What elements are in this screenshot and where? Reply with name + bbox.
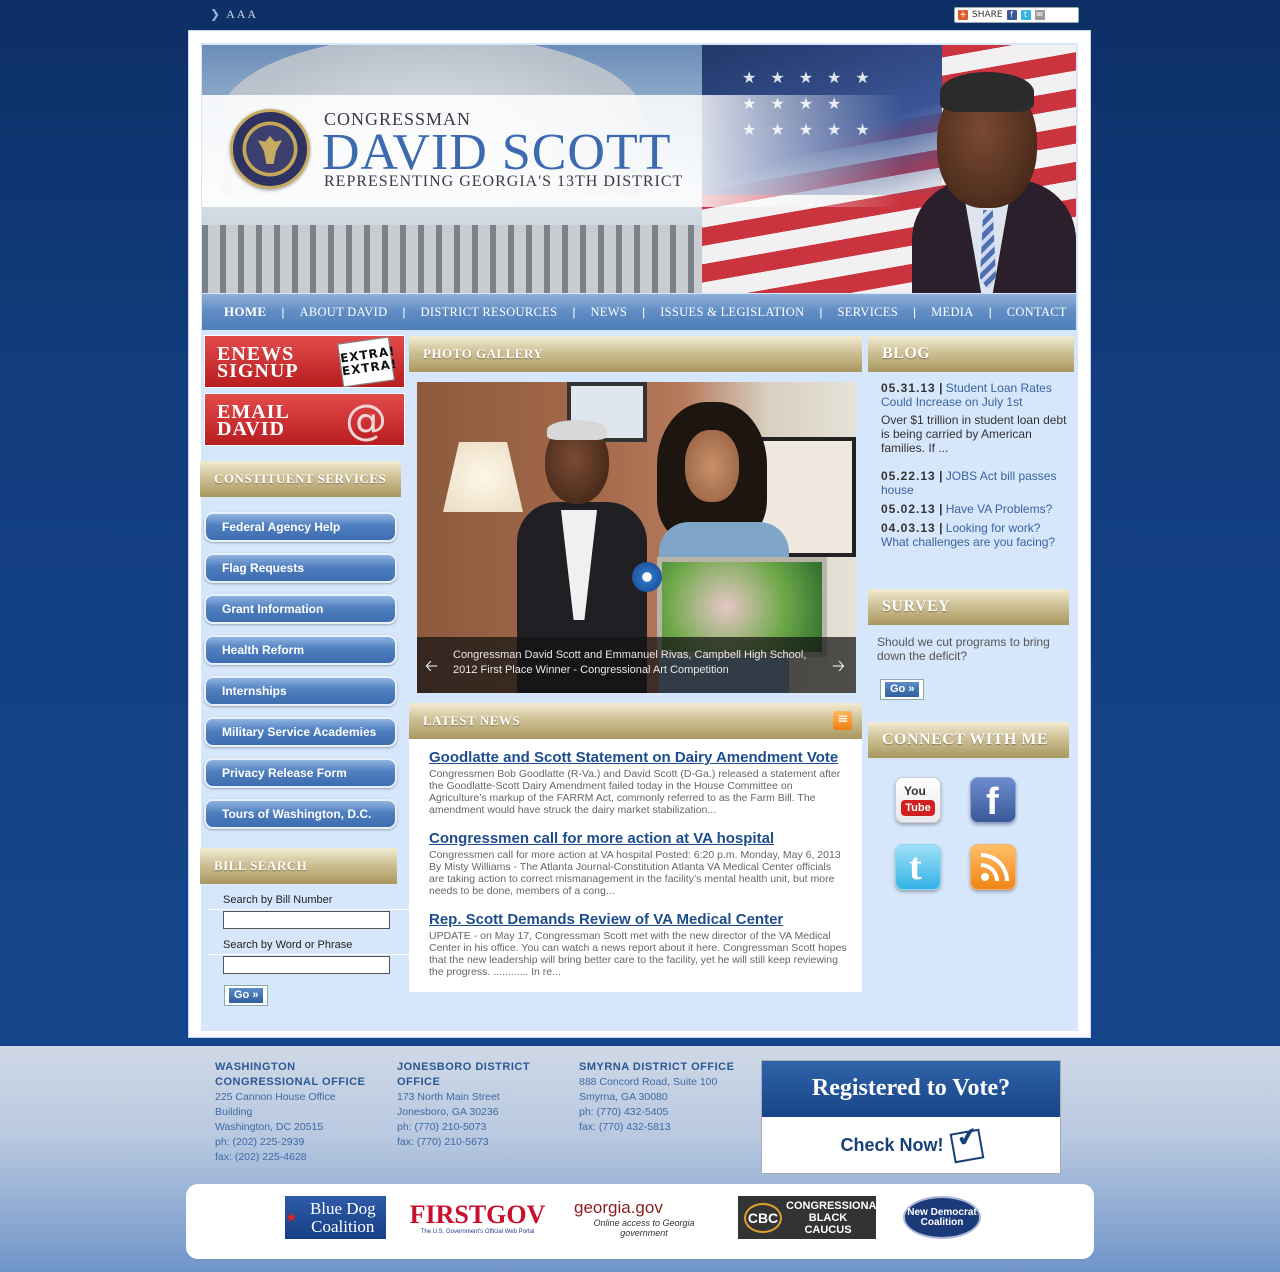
arrow-left-icon[interactable]: 🡠 — [425, 655, 438, 682]
blog-post: 05.02.13 | Have VA Problems? — [881, 502, 1053, 516]
enews-signup-button[interactable]: ENEWS SIGNUP EXTRA! EXTRA! — [204, 335, 405, 388]
congressman-portrait — [902, 60, 1076, 293]
news-item: Goodlatte and Scott Statement on Dairy A… — [429, 749, 849, 816]
arrow-right-icon[interactable]: 🡢 — [832, 655, 845, 682]
service-federal-agency-help[interactable]: Federal Agency Help — [204, 512, 397, 542]
office-washington: WASHINGTON CONGRESSIONAL OFFICE 225 Cann… — [215, 1061, 366, 1163]
service-flag-requests[interactable]: Flag Requests — [204, 553, 397, 583]
nav-media[interactable]: MEDIA — [931, 305, 973, 320]
latest-news-heading: LATEST NEWS — [409, 703, 862, 739]
photo-gallery-heading: PHOTO GALLERY — [409, 336, 862, 372]
nav-services[interactable]: SERVICES — [838, 305, 898, 320]
nav-district-resources[interactable]: DISTRICT RESOURCES — [421, 305, 558, 320]
news-excerpt: Congressmen Bob Goodlatte (R-Va.) and Da… — [429, 768, 841, 816]
main-nav: HOME | ABOUT DAVID | DISTRICT RESOURCES | N… — [202, 294, 1076, 330]
nav-about-david[interactable]: ABOUT DAVID — [300, 305, 388, 320]
house-seal-logo[interactable] — [230, 109, 310, 189]
rss-icon[interactable] — [970, 844, 1016, 890]
blue-dog-coalition-logo[interactable]: ★ Blue Dog Coalition — [285, 1196, 386, 1239]
blog-excerpt: Over $1 trillion in student loan debt is… — [881, 413, 1067, 455]
survey-heading: SURVEY — [868, 589, 1069, 625]
registered-to-vote-banner[interactable]: Registered to Vote? Check Now! — [761, 1060, 1061, 1174]
bill-phrase-label: Search by Word or Phrase — [223, 939, 353, 951]
nav-contact[interactable]: CONTACT — [1007, 305, 1067, 320]
new-democrat-coalition-logo[interactable]: New Democrat Coalition — [903, 1196, 981, 1239]
checkbox-icon — [949, 1128, 984, 1163]
news-title-link[interactable]: Goodlatte and Scott Statement on Dairy A… — [429, 749, 849, 766]
news-title-link[interactable]: Rep. Scott Demands Review of VA Medical … — [429, 911, 849, 928]
email-david-button[interactable]: EMAIL DAVID @ — [204, 393, 405, 446]
service-internships[interactable]: Internships — [204, 676, 397, 706]
survey-go-button[interactable]: Go » — [880, 679, 925, 700]
gallery-caption: Congressman David Scott and Emmanuel Riv… — [417, 637, 856, 693]
blog-post: 04.03.13 | Looking for work? What challe… — [881, 521, 1056, 549]
blog-heading: BLOG — [868, 336, 1074, 372]
blog-post-link[interactable]: Have VA Problems? — [946, 502, 1053, 516]
service-privacy-release-form[interactable]: Privacy Release Form — [204, 758, 397, 788]
nav-issues-legislation[interactable]: ISSUES & LEGISLATION — [660, 305, 804, 320]
font-size-label[interactable]: AAA — [226, 7, 258, 22]
header-banner: ★★★★★ ★★★★ ★★★★★ CONGRESSMAN DAVID SCOTT… — [202, 45, 1076, 293]
twitter-icon[interactable]: t — [895, 844, 941, 890]
share-button[interactable]: + SHARE f t ✉ — [954, 7, 1079, 23]
bill-search-heading: BILL SEARCH — [200, 848, 397, 884]
bill-phrase-input[interactable] — [223, 956, 390, 974]
check-now-label: Check Now! — [840, 1135, 944, 1155]
latest-news-list: Goodlatte and Scott Statement on Dairy A… — [409, 739, 862, 992]
office-jonesboro: JONESBORO DISTRICT OFFICE 173 North Main… — [397, 1061, 531, 1148]
nav-news[interactable]: NEWS — [590, 305, 627, 320]
georgia-gov-logo[interactable]: georgia.gov Online access to Georgia gov… — [574, 1196, 714, 1239]
bill-number-input[interactable] — [223, 911, 390, 929]
twitter-mini-icon[interactable]: t — [1020, 10, 1031, 20]
share-label: SHARE — [972, 10, 1003, 20]
rss-feed-icon[interactable] — [833, 711, 852, 730]
photo-gallery-slideshow[interactable]: Congressman David Scott and Emmanuel Riv… — [417, 382, 856, 693]
blue-ribbon — [632, 562, 662, 592]
service-health-reform[interactable]: Health Reform — [204, 635, 397, 665]
bill-search-go-button[interactable]: Go » — [224, 985, 269, 1006]
news-item: Rep. Scott Demands Review of VA Medical … — [429, 911, 849, 978]
service-grant-information[interactable]: Grant Information — [204, 594, 397, 624]
facebook-mini-icon[interactable]: f — [1006, 10, 1017, 20]
congressional-black-caucus-logo[interactable]: CBC CONGRESSIONAL BLACK CAUCUS — [738, 1196, 883, 1239]
bill-number-label: Search by Bill Number — [223, 894, 333, 906]
service-tours-dc[interactable]: Tours of Washington, D.C. — [204, 799, 397, 829]
email-mini-icon[interactable]: ✉ — [1034, 10, 1045, 20]
font-size-controls[interactable]: ❯ AAA — [210, 4, 258, 24]
news-excerpt: UPDATE - on May 17, Congressman Scott me… — [429, 930, 847, 978]
blog-post: 05.31.13 | Student Loan Rates Could Incr… — [881, 381, 1052, 409]
office-smyrna: SMYRNA DISTRICT OFFICE 888 Concord Road,… — [579, 1061, 735, 1133]
firstgov-logo[interactable]: FIRSTGOV The U.S. Government's Official … — [410, 1196, 546, 1239]
service-military-academies[interactable]: Military Service Academies — [204, 717, 397, 747]
chevron-right-icon: ❯ — [210, 7, 221, 21]
constituent-services-heading: CONSTITUENT SERVICES — [200, 461, 401, 497]
blog-post: 05.22.13 | JOBS Act bill passes house — [881, 469, 1057, 497]
survey-question: Should we cut programs to bring down the… — [877, 635, 1050, 663]
news-item: Congressmen call for more action at VA h… — [429, 830, 849, 897]
partner-logos: ★ Blue Dog Coalition FIRSTGOV The U.S. Go… — [186, 1184, 1094, 1259]
plus-icon: + — [958, 10, 968, 20]
youtube-icon[interactable]: You Tube — [895, 777, 941, 823]
banner-subtitle: REPRESENTING GEORGIA'S 13TH DISTRICT — [324, 173, 684, 190]
facebook-icon[interactable]: f — [970, 777, 1016, 823]
connect-heading: CONNECT WITH ME — [868, 722, 1069, 758]
news-title-link[interactable]: Congressmen call for more action at VA h… — [429, 830, 849, 847]
star-icon: ★ — [285, 1209, 298, 1226]
newspaper-icon: EXTRA! EXTRA! — [337, 336, 398, 388]
news-excerpt: Congressmen call for more action at VA h… — [429, 849, 841, 897]
nav-home[interactable]: HOME — [224, 304, 266, 320]
at-sign-icon: @ — [345, 395, 388, 444]
vote-heading: Registered to Vote? — [762, 1061, 1060, 1117]
